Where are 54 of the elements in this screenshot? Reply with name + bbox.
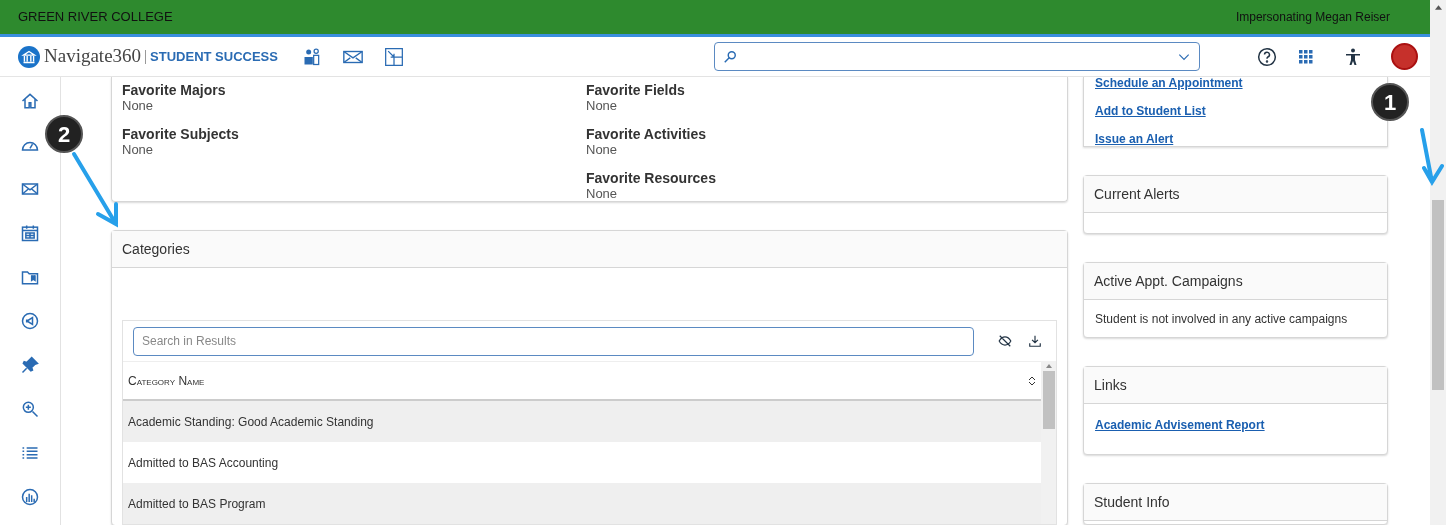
- scroll-up-icon[interactable]: [1434, 5, 1442, 10]
- callout-badge: 1: [1371, 83, 1409, 121]
- sort-icon: [1028, 375, 1036, 386]
- product-name: STUDENT SUCCESS: [150, 47, 278, 66]
- campaigns-text: Student is not involved in any active campaigns: [1095, 310, 1348, 328]
- apps-grid-icon[interactable]: [1299, 49, 1313, 64]
- avatar[interactable]: [1391, 43, 1418, 70]
- hide-icon[interactable]: [998, 334, 1012, 348]
- field-value: None: [122, 98, 155, 113]
- search-icon: [722, 49, 737, 64]
- card-title: Links: [1094, 375, 1127, 395]
- calendar-icon[interactable]: [20, 223, 40, 243]
- page-scrollbar[interactable]: [1430, 0, 1446, 525]
- field-label: Favorite Fields: [586, 83, 686, 98]
- brand-name: Navigate360: [44, 44, 142, 69]
- card-title: Categories: [122, 239, 190, 259]
- callout-badge: 2: [45, 115, 83, 153]
- table-scrollbar[interactable]: [1041, 361, 1056, 524]
- field-label: Favorite Majors: [122, 83, 227, 98]
- field-value: None: [586, 142, 619, 157]
- table-cell-text: Academic Standing: Good Academic Standing: [128, 413, 374, 431]
- field-value: None: [122, 142, 155, 157]
- scroll-up-icon[interactable]: [1045, 364, 1052, 368]
- logo-icon: [18, 45, 40, 68]
- table-row[interactable]: Academic Standing: Good Academic Standing: [123, 401, 1041, 442]
- table-row[interactable]: Admitted to BAS Program: [123, 483, 1041, 524]
- zoom-in-icon[interactable]: [20, 399, 40, 419]
- field-value: None: [586, 186, 619, 201]
- impersonation-status: Impersonating Megan Reiser: [1235, 9, 1390, 26]
- search-field[interactable]: Search in Results: [133, 326, 974, 356]
- home-icon[interactable]: [20, 91, 40, 111]
- report-link[interactable]: Academic Advisement Report: [1095, 416, 1265, 434]
- field-label: Favorite Activities: [586, 127, 708, 142]
- callout-arrow: [1418, 128, 1446, 186]
- action-link[interactable]: Schedule an Appointment: [1095, 76, 1243, 90]
- field-label: Favorite Resources: [586, 171, 716, 186]
- table-cell-text: Admitted to BAS Accounting: [128, 454, 279, 472]
- resize-icon[interactable]: [383, 46, 404, 67]
- card-title: Student Info: [1094, 492, 1170, 512]
- table-cell-text: Admitted to BAS Program: [128, 495, 266, 513]
- accessibility-icon[interactable]: [1345, 47, 1361, 66]
- college-name: GREEN RIVER COLLEGE: [18, 8, 173, 27]
- field-value: None: [586, 98, 619, 113]
- action-link[interactable]: Issue an Alert: [1095, 132, 1174, 146]
- download-icon[interactable]: [1028, 334, 1042, 348]
- card-title: Active Appt. Campaigns: [1094, 271, 1243, 291]
- action-link[interactable]: Add to Student List: [1095, 104, 1206, 118]
- bar-chart-icon[interactable]: [20, 487, 40, 507]
- field-label: Favorite Subjects: [122, 127, 240, 142]
- megaphone-icon[interactable]: [20, 311, 40, 331]
- global-search-field[interactable]: [713, 42, 1200, 71]
- pin-icon[interactable]: [20, 355, 40, 375]
- card-title: Current Alerts: [1094, 184, 1180, 204]
- help-icon[interactable]: [1257, 46, 1277, 67]
